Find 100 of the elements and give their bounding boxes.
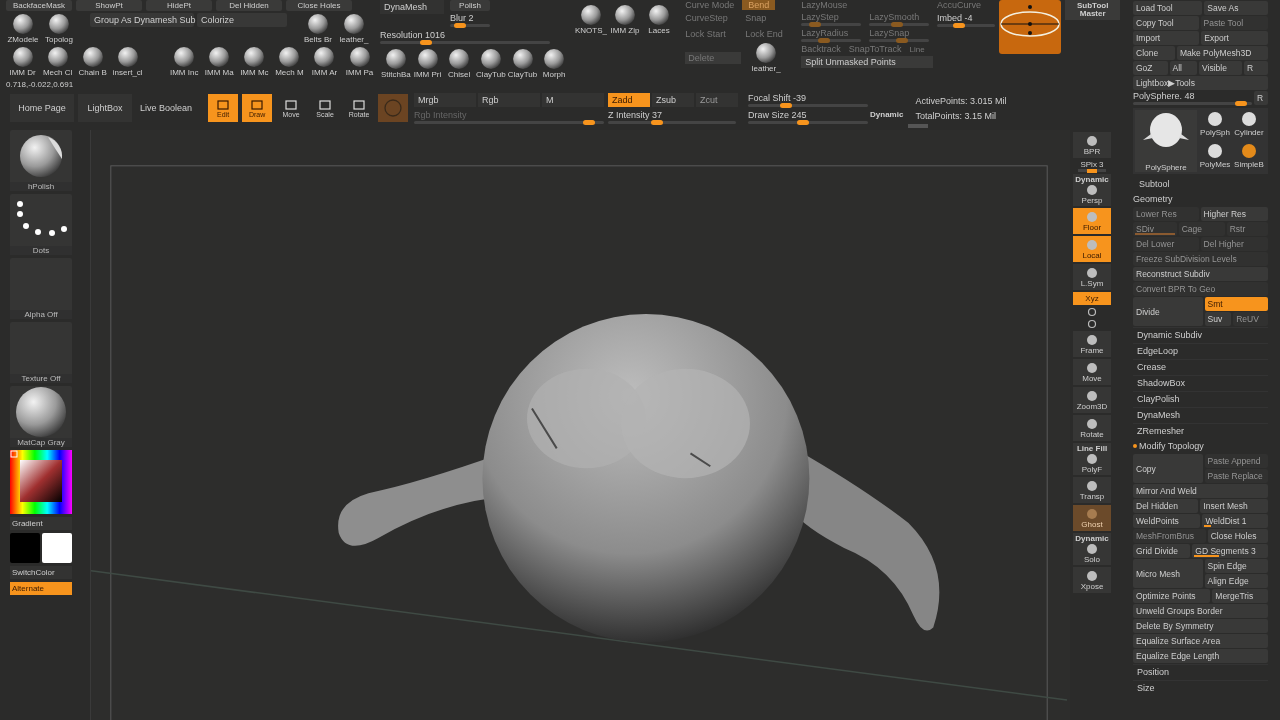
panel-button[interactable]: Spin Edge: [1204, 559, 1268, 573]
color-mode-button[interactable]: Rgb: [478, 92, 541, 107]
slider-thumb[interactable]: [454, 23, 467, 28]
panel-button[interactable]: Reconstruct Subdiv: [1133, 267, 1268, 281]
slider-thumb[interactable]: [890, 22, 903, 27]
shelf-tile[interactable]: Texture Off: [10, 322, 72, 383]
panel-button[interactable]: Higher Res: [1200, 207, 1268, 221]
shelf-button[interactable]: Line Fill PolyF: [1073, 443, 1111, 475]
panel-button[interactable]: GoZ: [1133, 61, 1168, 75]
panel-button[interactable]: MergeTris: [1212, 589, 1268, 603]
shelf-button[interactable]: Close Holes: [286, 0, 352, 11]
color-swatch[interactable]: [10, 533, 40, 563]
sculpt-mode-button[interactable]: Zsub: [652, 92, 695, 107]
tool-thumbnail[interactable]: PolySph: [1199, 110, 1231, 140]
panel-button[interactable]: Lightbox▶Tools: [1133, 76, 1268, 90]
tile-label[interactable]: IMM Inc: [170, 68, 199, 77]
tool-thumbnail[interactable]: PolyMes: [1199, 142, 1231, 172]
slider-thumb[interactable]: [818, 38, 831, 43]
tile-label[interactable]: IMM Dr: [9, 68, 36, 77]
shelf-button[interactable]: Polish: [450, 0, 490, 11]
panel-button[interactable]: GD Segments 3: [1192, 544, 1268, 558]
slider-thumb[interactable]: [796, 119, 809, 125]
tile-label[interactable]: insert_cl: [112, 68, 143, 77]
panel-button[interactable]: Divide: [1133, 297, 1203, 326]
panel-button[interactable]: WeldPoints: [1133, 514, 1201, 528]
shelf-button[interactable]: Frame: [1073, 331, 1111, 357]
tile-label[interactable]: IMM Mc: [240, 68, 269, 77]
panel-button[interactable]: Import: [1133, 31, 1200, 45]
panel-button[interactable]: R: [1254, 91, 1268, 105]
shelf-button[interactable]: Transp: [1073, 477, 1111, 503]
color-picker[interactable]: [10, 450, 72, 514]
tile-label[interactable]: ZModele: [7, 35, 39, 44]
shelf-button[interactable]: HidePt: [146, 0, 212, 11]
sculpt-mode-button[interactable]: Zcut: [696, 92, 739, 107]
home-page-button[interactable]: Home Page: [10, 94, 74, 122]
panel-header[interactable]: Subtool: [1133, 175, 1268, 191]
shelf-button[interactable]: Xpose: [1073, 567, 1111, 593]
menu-item[interactable]: DynaMesh: [1133, 407, 1268, 422]
rotate-icon[interactable]: [1087, 307, 1097, 317]
switch-color-button[interactable]: SwitchColor: [10, 566, 72, 579]
shelf-button[interactable]: Ghost: [1073, 505, 1111, 531]
alternate-button[interactable]: Alternate: [10, 582, 72, 595]
panel-button[interactable]: Grid Divide: [1133, 544, 1191, 558]
panel-button[interactable]: Copy: [1133, 454, 1203, 483]
panel-button[interactable]: Delete By Symmetry: [1133, 619, 1268, 633]
color-swatch[interactable]: [42, 533, 72, 563]
sculpt-drawing[interactable]: [338, 314, 940, 643]
slider-thumb[interactable]: [1234, 101, 1247, 106]
shelf-button[interactable]: ShowPt: [76, 0, 142, 11]
shelf-button[interactable]: L.Sym: [1073, 264, 1111, 290]
color-mode-button[interactable]: M: [542, 92, 605, 107]
tool-thumbnail[interactable]: SimpleB: [1233, 142, 1265, 172]
tile-label[interactable]: IMM Zip: [610, 26, 640, 35]
rotate-icon[interactable]: [1087, 319, 1097, 329]
shelf-button[interactable]: Rotate: [1073, 415, 1111, 441]
shelf-button[interactable]: BPR: [1073, 132, 1111, 158]
tile-label[interactable]: Laces: [648, 26, 670, 35]
panel-button[interactable]: Suv: [1204, 312, 1232, 326]
shelf-tile[interactable]: MatCap Gray: [10, 386, 72, 447]
dynamesh-button[interactable]: DynaMesh: [380, 0, 444, 14]
tile-label[interactable]: StitchBa: [380, 70, 411, 79]
section-header[interactable]: Geometry: [1133, 194, 1173, 204]
panel-button[interactable]: WeldDist 1: [1202, 514, 1268, 528]
menu-item[interactable]: Position: [1133, 664, 1268, 679]
panel-button[interactable]: Mirror And Weld: [1133, 484, 1268, 498]
menu-item[interactable]: Size: [1133, 680, 1268, 695]
menu-item[interactable]: ClayPolish: [1133, 391, 1268, 406]
dynamic-toggle[interactable]: Dynamic: [870, 109, 904, 119]
menu-item[interactable]: Dynamic Subdiv: [1133, 327, 1268, 342]
slider-thumb[interactable]: [1087, 169, 1097, 173]
shelf-button[interactable]: Colorize: [197, 13, 287, 27]
lightbox-button[interactable]: LightBox: [78, 94, 132, 122]
panel-button[interactable]: Export: [1201, 31, 1268, 45]
panel-button[interactable]: Equalize Edge Length: [1133, 649, 1268, 663]
panel-button[interactable]: Save As: [1204, 1, 1268, 15]
panel-button[interactable]: Visible: [1199, 61, 1242, 75]
tile-label[interactable]: ClayTub: [507, 70, 538, 79]
tile-label[interactable]: IMM Pa: [345, 68, 374, 77]
panel-button[interactable]: Close Holes: [1207, 529, 1268, 543]
shelf-button[interactable]: Xyz: [1073, 292, 1111, 305]
slider-thumb[interactable]: [953, 23, 965, 28]
shelf-tile[interactable]: hPolish: [10, 130, 72, 191]
panel-button[interactable]: Insert Mesh: [1200, 499, 1268, 513]
panel-button[interactable]: Align Edge: [1204, 574, 1268, 588]
menu-item[interactable]: EdgeLoop: [1133, 343, 1268, 358]
tile-label[interactable]: IMM Pri: [413, 70, 442, 79]
shelf-tile[interactable]: Dots: [10, 194, 72, 255]
shelf-button[interactable]: Zoom3D: [1073, 387, 1111, 413]
slider-thumb[interactable]: [583, 119, 596, 125]
shelf-button[interactable]: Move: [1073, 359, 1111, 385]
shelf-button[interactable]: Group As Dynamesh Sub: [90, 13, 194, 27]
shelf-button[interactable]: Dynamic Solo: [1073, 533, 1111, 565]
slider-thumb[interactable]: [780, 102, 793, 108]
tool-thumbnail[interactable]: PolySphere: [1135, 110, 1197, 172]
tile-label[interactable]: leather_: [339, 35, 369, 44]
panel-button[interactable]: R: [1243, 61, 1268, 75]
tile-label[interactable]: Morph: [542, 70, 566, 79]
panel-button[interactable]: Copy Tool: [1133, 16, 1199, 30]
tool-thumbnail[interactable]: Cylinder: [1233, 110, 1265, 140]
slider-track[interactable]: [1078, 169, 1106, 172]
